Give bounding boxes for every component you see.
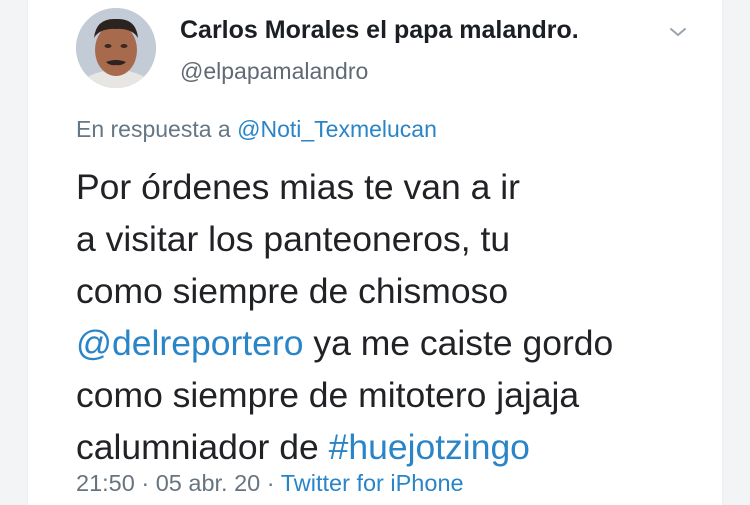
meta-separator: · [260, 470, 281, 496]
tweet-line: como siempre de chismoso [76, 271, 509, 311]
tweet-line: a visitar los panteoneros, tu [76, 219, 511, 259]
hashtag-link[interactable]: #huejotzingo [329, 427, 530, 467]
tweet-meta: 21:50 · 05 abr. 20 · Twitter for iPhone [76, 470, 464, 497]
reply-context: En respuesta a @Noti_Texmelucan [76, 116, 437, 143]
tweet-source-link[interactable]: Twitter for iPhone [281, 470, 464, 496]
reply-to-link[interactable]: @Noti_Texmelucan [237, 116, 437, 142]
tweet-line: como siempre de mitotero jajaja [76, 375, 580, 415]
tweet-line-text: calumniador de [76, 427, 329, 467]
tweet-time: 21:50 [76, 470, 135, 496]
display-name[interactable]: Carlos Morales el papa malandro. [180, 16, 579, 45]
profile-photo [76, 8, 156, 88]
tweet-line: calumniador de #huejotzingo [76, 421, 716, 473]
tweet-line: @delreportero ya me caiste gordo [76, 317, 716, 369]
avatar[interactable] [76, 8, 156, 88]
meta-separator: · [134, 470, 156, 496]
reply-prefix: En respuesta a [76, 116, 238, 142]
tweet-line: Por órdenes mias te van a ir [76, 167, 520, 207]
chevron-down-icon[interactable] [667, 24, 689, 40]
tweet-line-text: ya me caiste gordo [303, 323, 614, 363]
tweet-text: Por órdenes mias te van a ir a visitar l… [76, 161, 716, 473]
user-handle[interactable]: @elpapamalandro [180, 58, 368, 85]
tweet-date: 05 abr. 20 [155, 470, 261, 496]
mention-link[interactable]: @delreportero [76, 323, 303, 363]
